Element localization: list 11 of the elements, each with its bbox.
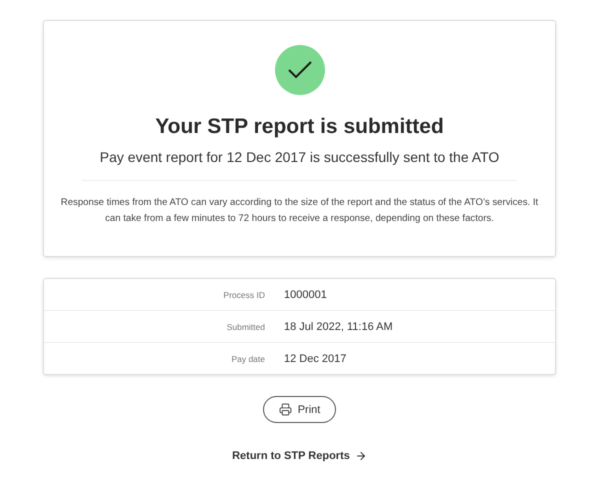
confirmation-title: Your STP report is submitted: [155, 115, 444, 139]
detail-value: 12 Dec 2017: [284, 352, 348, 364]
detail-label: Submitted: [226, 322, 265, 332]
detail-value: 1000001: [284, 288, 328, 300]
print-button[interactable]: Print: [262, 396, 336, 423]
detail-label: Process ID: [222, 290, 265, 300]
detail-label: Pay date: [230, 354, 265, 364]
confirmation-subtitle: Pay event report for 12 Dec 2017 is successfully sent to the ATO: [100, 149, 500, 165]
response-note: Response times from the ATO can vary according to the size of the report and the status of the ATO’s services. It can take from a few minutes to 72 hours to receive a response, depending on these factors.: [60, 196, 539, 226]
detail-value: 18 Jul 2022, 11:16 AM: [284, 320, 394, 332]
return-link[interactable]: Return to STP Reports: [232, 450, 367, 462]
